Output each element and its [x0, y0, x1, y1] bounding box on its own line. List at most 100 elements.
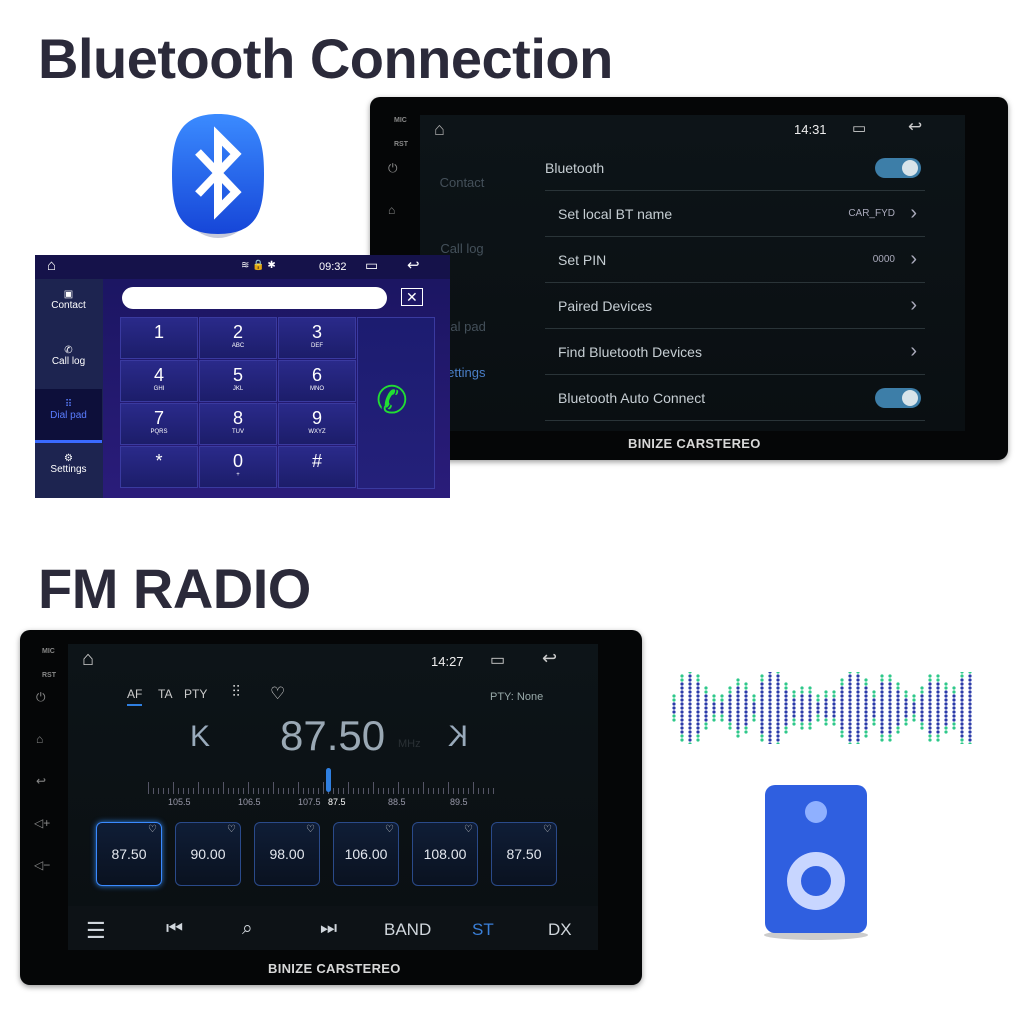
- sidebar-item-contact[interactable]: ▣ Contact: [35, 289, 102, 343]
- preset-button[interactable]: 87.50 ♡: [491, 822, 557, 886]
- tuning-scale[interactable]: [148, 770, 498, 794]
- scale-tick: [443, 788, 444, 794]
- brand-label: BINIZE CARSTEREO: [268, 961, 401, 976]
- preset-button[interactable]: 90.00 ♡: [175, 822, 241, 886]
- recent-apps-icon[interactable]: ▭: [490, 650, 505, 670]
- dial-key[interactable]: 7 PQRS: [120, 403, 198, 445]
- setting-bluetooth[interactable]: Bluetooth: [545, 145, 925, 191]
- tab-ta[interactable]: TA: [158, 687, 172, 701]
- dial-key[interactable]: 1: [120, 317, 198, 359]
- back-icon[interactable]: ↩: [542, 648, 557, 669]
- dial-key[interactable]: 0 +: [199, 446, 277, 488]
- wave-dot: [776, 742, 780, 744]
- preset-button[interactable]: 87.50 ♡: [96, 822, 162, 886]
- preset-button[interactable]: 108.00 ♡: [412, 822, 478, 886]
- sidebar-item-contact[interactable]: Contact: [420, 155, 504, 211]
- back-icon[interactable]: ↩: [908, 117, 922, 137]
- backspace-icon[interactable]: ✕: [401, 288, 423, 306]
- sidebar-item-dial-pad[interactable]: ⠿ Dial pad: [35, 389, 102, 443]
- power-icon[interactable]: ⏻: [388, 161, 398, 176]
- wave-dot: [752, 714, 756, 718]
- call-button[interactable]: ✆: [357, 317, 435, 489]
- seek-prev-icon[interactable]: K: [190, 720, 210, 754]
- seek-next-icon[interactable]: K: [448, 720, 468, 754]
- back-icon[interactable]: ↩: [407, 256, 420, 274]
- dial-key[interactable]: 9 WXYZ: [278, 403, 356, 445]
- tab-pty[interactable]: PTY: [184, 687, 207, 701]
- wave-dot: [784, 694, 788, 698]
- stereo-button[interactable]: ST: [472, 920, 494, 940]
- preset-button[interactable]: 106.00 ♡: [333, 822, 399, 886]
- recent-apps-icon[interactable]: ▭: [852, 119, 866, 137]
- setting-pin[interactable]: Set PIN 0000 ›: [545, 237, 925, 283]
- equalizer-icon[interactable]: ⫶⫶: [232, 684, 240, 702]
- dial-key[interactable]: 2 ABC: [199, 317, 277, 359]
- heart-icon[interactable]: ♡: [543, 824, 552, 835]
- wave-dot: [784, 718, 788, 722]
- setting-auto-connect[interactable]: Bluetooth Auto Connect: [545, 375, 925, 421]
- tuning-needle[interactable]: [326, 768, 331, 792]
- previous-icon[interactable]: ⏮: [166, 918, 183, 940]
- sidebar-item-settings[interactable]: ⚙ Settings: [35, 453, 102, 507]
- volume-down-icon[interactable]: ◁−: [34, 858, 50, 872]
- wave-dot: [864, 714, 868, 718]
- tab-af[interactable]: AF: [127, 687, 143, 706]
- heart-icon[interactable]: ♡: [464, 824, 473, 835]
- auto-connect-toggle[interactable]: [875, 387, 921, 408]
- wave-dot: [880, 682, 884, 686]
- heart-icon[interactable]: ♡: [306, 824, 315, 835]
- home-nav-icon[interactable]: ⌂: [434, 119, 445, 140]
- menu-icon[interactable]: ☰: [86, 918, 106, 944]
- dial-key[interactable]: 5 JKL: [199, 360, 277, 402]
- dial-key[interactable]: *: [120, 446, 198, 488]
- wave-dot: [864, 706, 868, 710]
- wave-dot: [952, 702, 956, 706]
- number-input[interactable]: [122, 287, 387, 309]
- wave-dot: [952, 686, 956, 690]
- wave-dot: [752, 698, 756, 702]
- dial-key[interactable]: 8 TUV: [199, 403, 277, 445]
- wave-dot: [856, 698, 860, 702]
- dial-key[interactable]: 3 DEF: [278, 317, 356, 359]
- back-icon[interactable]: ↩: [36, 774, 46, 788]
- wave-dot: [944, 714, 948, 718]
- setting-bt-name[interactable]: Set local BT name CAR_FYD ›: [545, 191, 925, 237]
- wave-dot: [792, 718, 796, 722]
- band-button[interactable]: BAND: [384, 920, 431, 940]
- setting-paired-devices[interactable]: Paired Devices ›: [545, 283, 925, 329]
- dial-key[interactable]: 6 MNO: [278, 360, 356, 402]
- home-nav-icon[interactable]: ⌂: [47, 257, 56, 274]
- wave-dot: [968, 726, 972, 730]
- dx-button[interactable]: DX: [548, 920, 572, 940]
- dial-key[interactable]: #: [278, 446, 356, 488]
- wave-dot: [736, 726, 740, 730]
- scale-tick: [353, 788, 354, 794]
- wave-dot: [944, 726, 948, 730]
- recent-apps-icon[interactable]: ▭: [365, 257, 378, 274]
- power-icon[interactable]: ⏻: [36, 690, 46, 705]
- scale-tick: [233, 788, 234, 794]
- bluetooth-toggle[interactable]: [875, 157, 921, 178]
- wave-dot: [696, 714, 700, 718]
- volume-up-icon[interactable]: ◁+: [34, 816, 50, 830]
- heart-icon[interactable]: ♡: [270, 684, 285, 704]
- setting-find-devices[interactable]: Find Bluetooth Devices ›: [545, 329, 925, 375]
- wave-dot: [880, 674, 884, 678]
- wave-dot: [808, 714, 812, 718]
- heart-icon[interactable]: ♡: [148, 824, 157, 835]
- home-icon[interactable]: ⌂: [388, 203, 395, 217]
- heart-icon[interactable]: ♡: [385, 824, 394, 835]
- home-nav-icon[interactable]: ⌂: [82, 648, 94, 671]
- wave-dot: [688, 730, 692, 734]
- next-icon[interactable]: ⏭: [320, 918, 337, 940]
- wave-dot: [728, 714, 732, 718]
- preset-button[interactable]: 98.00 ♡: [254, 822, 320, 886]
- scan-icon[interactable]: ⌕: [242, 918, 253, 940]
- wave-dot: [896, 714, 900, 718]
- wave-dot: [856, 738, 860, 742]
- dial-key[interactable]: 4 GHI: [120, 360, 198, 402]
- heart-icon[interactable]: ♡: [227, 824, 236, 835]
- home-icon[interactable]: ⌂: [36, 732, 43, 746]
- scale-tick: [303, 788, 304, 794]
- scale-tick: [368, 788, 369, 794]
